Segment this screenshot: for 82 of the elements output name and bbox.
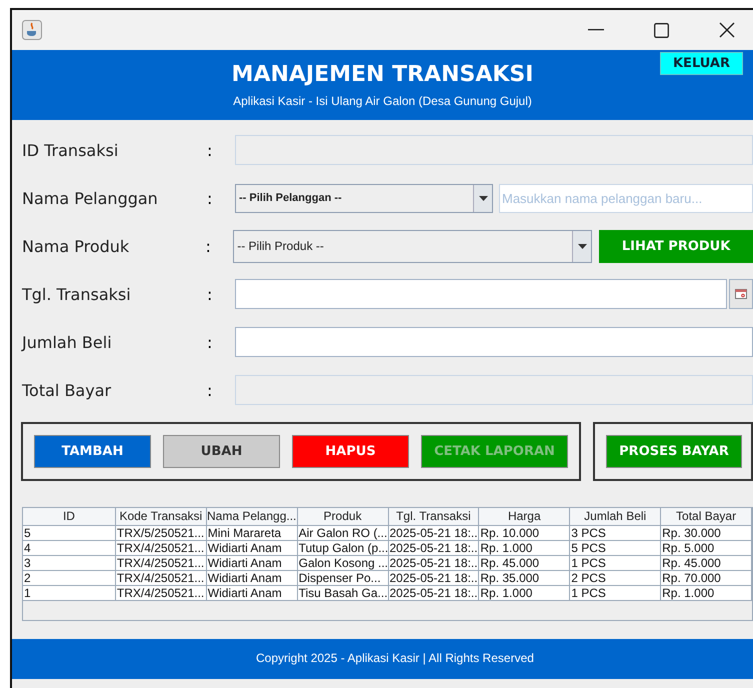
table-cell: Rp. 5.000 <box>661 541 752 556</box>
field-label: Total Bayar <box>22 380 112 400</box>
calendar-icon <box>735 289 747 299</box>
table-cell: 1 PCS <box>570 556 662 571</box>
view-products-button[interactable]: LIHAT PRODUK <box>599 230 753 262</box>
column-header[interactable]: Total Bayar <box>661 508 752 526</box>
column-header[interactable]: Nama Pelangg... <box>206 508 298 526</box>
table-cell: 5 PCS <box>570 541 662 556</box>
table-cell: Rp. 45.000 <box>661 556 752 571</box>
table-cell: Rp. 70.000 <box>661 571 752 586</box>
table-cell: Dispenser Po... <box>298 571 388 586</box>
calendar-button[interactable] <box>729 279 753 309</box>
pay-button[interactable]: PROSES BAYAR <box>606 435 742 468</box>
table-cell: 2025-05-21 18:... <box>388 541 480 556</box>
field-label: Jumlah Beli <box>22 332 113 352</box>
colon-label: : <box>207 140 214 160</box>
table-cell: Mini Marareta <box>206 526 298 541</box>
column-header[interactable]: Produk <box>298 508 388 526</box>
table-cell: 2025-05-21 18:... <box>388 571 480 586</box>
table-cell: TRX/4/250521... <box>116 571 207 586</box>
table-cell: Rp. 1.000 <box>479 541 570 556</box>
field-label: Nama Produk <box>22 236 130 256</box>
table-cell: TRX/4/250521... <box>116 541 207 556</box>
field-label: Nama Pelanggan <box>22 188 159 208</box>
column-header[interactable]: Kode Transaksi <box>116 508 207 526</box>
minimize-icon[interactable] <box>588 29 604 31</box>
table-cell: 4 <box>23 541 116 556</box>
date-field[interactable] <box>235 279 727 309</box>
caret-icon <box>478 196 488 200</box>
colon-label: : <box>207 332 214 352</box>
action-button[interactable]: UBAH <box>163 435 280 468</box>
colon-label: : <box>207 284 214 304</box>
table-cell: Widiarti Anam <box>206 586 298 601</box>
table-cell: Galon Kosong ... <box>298 556 388 571</box>
action-button[interactable]: TAMBAH <box>34 435 151 468</box>
page-title: MANAJEMEN TRANSAKSI <box>232 62 534 88</box>
table-cell: Widiarti Anam <box>206 556 298 571</box>
column-header[interactable]: Harga <box>479 508 570 526</box>
table-cell: Rp. 45.000 <box>479 556 570 571</box>
table-cell: TRX/4/250521... <box>116 556 207 571</box>
field-label: Tgl. Transaksi <box>22 284 132 304</box>
app-icon <box>22 20 42 40</box>
table-cell: Widiarti Anam <box>206 571 298 586</box>
customer-dropdown[interactable]: -- Pilih Pelanggan -- <box>235 184 493 212</box>
table-cell: Tutup Galon (p... <box>298 541 388 556</box>
table-cell: 5 <box>23 526 116 541</box>
table-cell: 2025-05-21 18:... <box>388 586 480 601</box>
input-field[interactable]: Masukkan nama pelanggan baru... <box>499 184 753 212</box>
table-cell: 2025-05-21 18:... <box>388 556 480 571</box>
colon-label: : <box>207 188 214 208</box>
table-cell: 1 <box>23 586 116 601</box>
close-icon[interactable] <box>719 22 735 38</box>
maximize-icon[interactable] <box>654 22 669 38</box>
table-cell: 3 <box>23 556 116 571</box>
field-label: ID Transaksi <box>22 140 120 160</box>
colon-label: : <box>205 236 212 256</box>
table-cell: 1 PCS <box>570 586 662 601</box>
table-cell: Tisu Basah Ga... <box>298 586 388 601</box>
table-cell: 2 PCS <box>570 571 662 586</box>
product-dropdown[interactable]: -- Pilih Produk -- <box>233 230 592 262</box>
table-cell: Rp. 35.000 <box>479 571 570 586</box>
table-cell: Rp. 1.000 <box>661 586 752 601</box>
table-cell: Air Galon RO (... <box>298 526 388 541</box>
table-cell: 3 PCS <box>570 526 662 541</box>
table-cell: Rp. 10.000 <box>479 526 570 541</box>
action-button[interactable]: HAPUS <box>292 435 409 468</box>
column-header[interactable]: Jumlah Beli <box>570 508 662 526</box>
input-field[interactable] <box>235 327 753 357</box>
exit-button[interactable]: KELUAR <box>660 52 743 75</box>
page-subtitle: Aplikasi Kasir - Isi Ulang Air Galon (Desa Gunung Gujul) <box>233 94 532 108</box>
table-cell: 2 <box>23 571 116 586</box>
table-cell: Rp. 1.000 <box>479 586 570 601</box>
caret-icon <box>578 244 587 248</box>
table-cell: TRX/5/250521... <box>116 526 207 541</box>
table-cell: Rp. 30.000 <box>661 526 752 541</box>
table-cell: 2025-05-21 18:... <box>388 526 480 541</box>
column-header[interactable]: Tgl. Transaksi <box>388 508 480 526</box>
colon-label: : <box>207 380 214 400</box>
table-cell: TRX/4/250521... <box>116 586 207 601</box>
column-header[interactable]: ID <box>23 508 116 526</box>
footer-text: Copyright 2025 - Aplikasi Kasir | All Rights Reserved <box>256 651 534 665</box>
table-cell: Widiarti Anam <box>206 541 298 556</box>
